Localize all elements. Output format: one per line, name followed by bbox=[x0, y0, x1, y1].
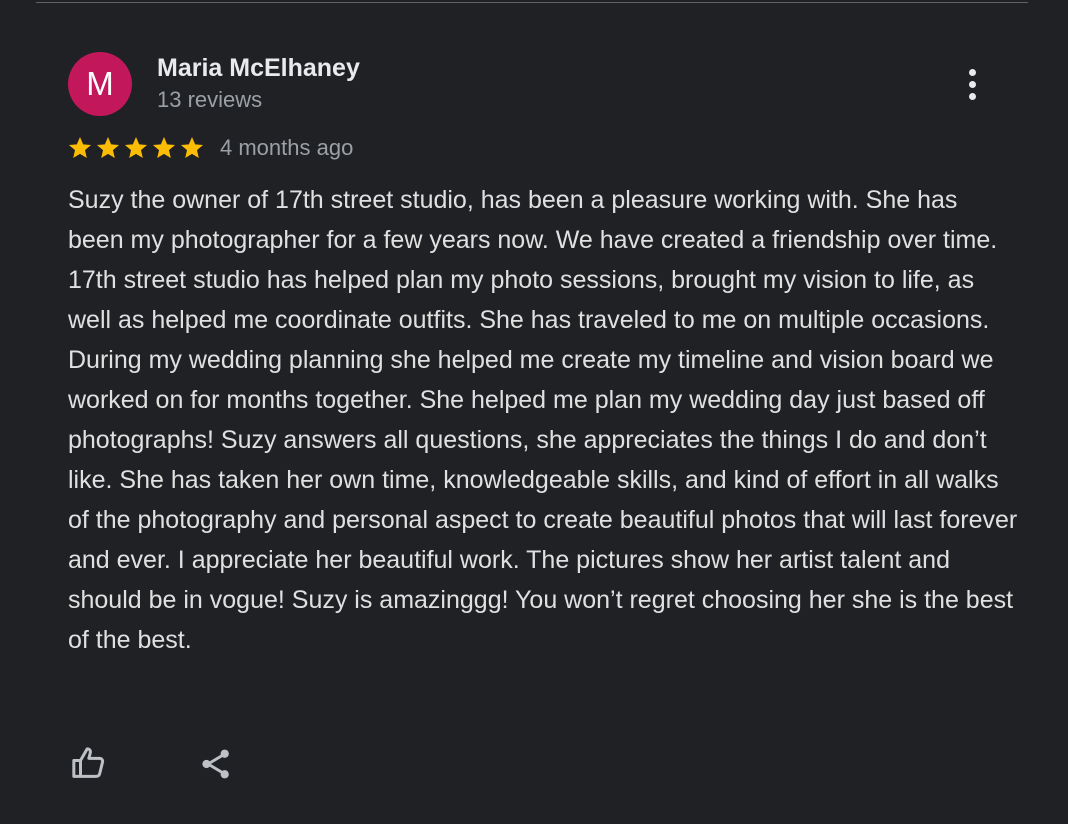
star-icon bbox=[179, 135, 205, 161]
thumb-up-icon bbox=[72, 747, 105, 778]
star-icon bbox=[95, 135, 121, 161]
star-icon bbox=[151, 135, 177, 161]
review-date: 4 months ago bbox=[220, 135, 354, 160]
star-rating bbox=[67, 135, 205, 161]
more-vert-icon-dot bbox=[968, 80, 976, 88]
share-icon bbox=[202, 749, 229, 779]
review-card: M Maria McElhaney 13 reviews 4 months ag… bbox=[0, 0, 1068, 824]
more-vert-icon-dot bbox=[968, 92, 976, 100]
avatar[interactable]: M bbox=[68, 52, 132, 116]
more-vert-icon bbox=[968, 68, 976, 76]
review-count: 13 reviews bbox=[157, 87, 263, 112]
rating-row: 4 months ago bbox=[67, 133, 353, 163]
avatar-initial: M bbox=[86, 65, 114, 102]
author-name[interactable]: Maria McElhaney bbox=[157, 52, 360, 84]
share-button[interactable] bbox=[192, 740, 240, 788]
star-icon bbox=[67, 135, 93, 161]
star-icon bbox=[123, 135, 149, 161]
more-options-button[interactable] bbox=[950, 62, 994, 106]
review-text: Suzy the owner of 17th street studio, ha… bbox=[68, 186, 1018, 654]
like-button[interactable] bbox=[64, 739, 112, 787]
